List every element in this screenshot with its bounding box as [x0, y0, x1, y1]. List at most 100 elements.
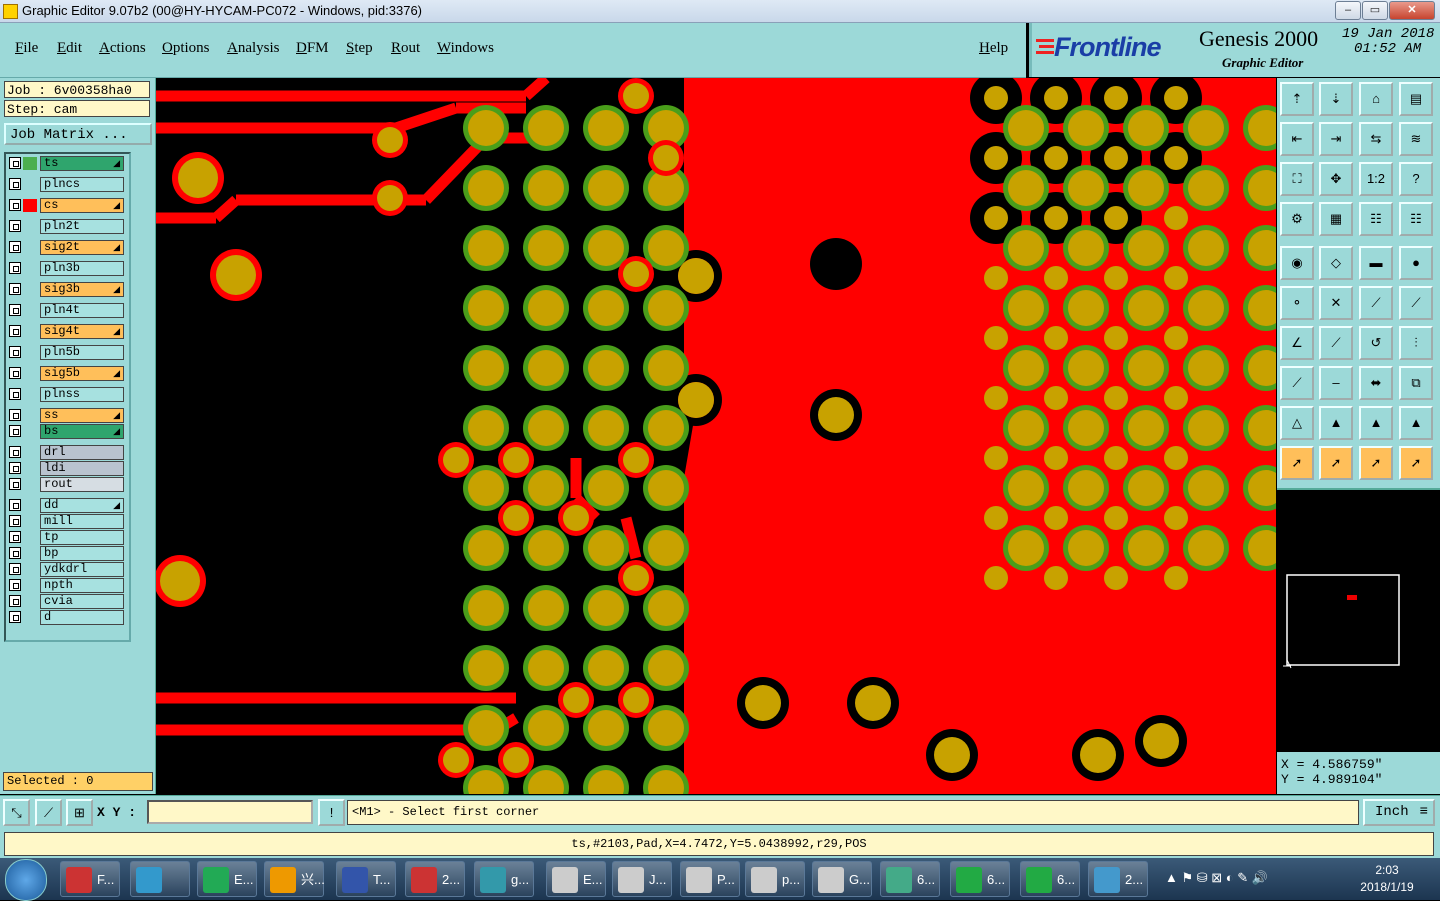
tool-button-2[interactable]: ⇣	[1319, 82, 1353, 116]
tool-button-4[interactable]: ▤	[1399, 82, 1433, 116]
tool-button-1[interactable]: ⇡	[1280, 82, 1314, 116]
layer-row-rout[interactable]: rout	[8, 477, 126, 492]
menu-options[interactable]: Options	[162, 40, 210, 57]
menu-dfm[interactable]: DFM	[296, 40, 329, 57]
layer-name[interactable]: sig3b ◢	[40, 282, 124, 297]
pcb-view[interactable]	[156, 78, 1276, 794]
layer-color-swatch[interactable]	[23, 262, 37, 275]
layer-name[interactable]: cvia	[40, 594, 124, 609]
layer-name[interactable]: pln4t	[40, 303, 124, 318]
layer-color-swatch[interactable]	[23, 367, 37, 380]
layer-name[interactable]: bs ◢	[40, 424, 124, 439]
grid-toggle-button[interactable]: ⊞	[66, 799, 93, 826]
tool-button-5[interactable]: ⇤	[1280, 122, 1314, 156]
layer-color-swatch[interactable]	[23, 462, 37, 475]
layer-color-swatch[interactable]	[23, 157, 37, 170]
layer-checkbox[interactable]	[9, 409, 21, 421]
tool-button-10[interactable]: ✥	[1319, 162, 1353, 196]
tool-button-21[interactable]: ⚬	[1280, 286, 1314, 320]
taskbar-item[interactable]: 6...	[880, 861, 940, 897]
layer-color-swatch[interactable]	[23, 595, 37, 608]
layer-checkbox[interactable]	[9, 199, 21, 211]
layer-checkbox[interactable]	[9, 595, 21, 607]
tool-button-30[interactable]: –	[1319, 366, 1353, 400]
layer-name[interactable]: bp	[40, 546, 124, 561]
taskbar-item[interactable]: T...	[336, 861, 396, 897]
menu-file[interactable]: File	[15, 40, 38, 57]
taskbar-item[interactable]: 6...	[950, 861, 1010, 897]
layer-checkbox[interactable]	[9, 367, 21, 379]
layer-checkbox[interactable]	[9, 515, 21, 527]
tool-button-35[interactable]: ▲	[1359, 406, 1393, 440]
tool-button-26[interactable]: ⟋	[1319, 326, 1353, 360]
taskbar-item[interactable]: E...	[546, 861, 606, 897]
layer-checkbox[interactable]	[9, 446, 21, 458]
layer-name[interactable]: pln5b	[40, 345, 124, 360]
menu-windows[interactable]: Windows	[437, 40, 494, 57]
menu-help[interactable]: Help	[979, 40, 1008, 57]
layer-color-swatch[interactable]	[23, 346, 37, 359]
layer-color-swatch[interactable]	[23, 563, 37, 576]
layer-color-swatch[interactable]	[23, 388, 37, 401]
layer-color-swatch[interactable]	[23, 579, 37, 592]
layer-row-pln4t[interactable]: pln4t	[8, 303, 126, 318]
snap-toggle-button[interactable]: ⤡	[3, 799, 30, 826]
layer-row-ydkdrl[interactable]: ydkdrl	[8, 562, 126, 577]
layer-checkbox[interactable]	[9, 462, 21, 474]
taskbar-item[interactable]: G...	[812, 861, 872, 897]
layer-checkbox[interactable]	[9, 262, 21, 274]
layer-name[interactable]: drl	[40, 445, 124, 460]
layer-row-cvia[interactable]: cvia	[8, 594, 126, 609]
tool-button-39[interactable]: ➚	[1359, 446, 1393, 480]
layer-color-swatch[interactable]	[23, 199, 37, 212]
layer-name[interactable]: sig2t ◢	[40, 240, 124, 255]
tool-button-25[interactable]: ∠	[1280, 326, 1314, 360]
layer-row-plnss[interactable]: plnss	[8, 387, 126, 402]
tool-button-27[interactable]: ↺	[1359, 326, 1393, 360]
tool-button-29[interactable]: ⟋	[1280, 366, 1314, 400]
menu-actions[interactable]: Actions	[99, 40, 146, 57]
layer-row-ldi[interactable]: ldi	[8, 461, 126, 476]
layer-color-swatch[interactable]	[23, 425, 37, 438]
units-select[interactable]: Inch ≡	[1363, 799, 1435, 826]
tool-button-6[interactable]: ⇥	[1319, 122, 1353, 156]
layer-name[interactable]: sig4t ◢	[40, 324, 124, 339]
tool-button-11[interactable]: 1:2	[1359, 162, 1393, 196]
layer-row-bp[interactable]: bp	[8, 546, 126, 561]
tool-button-7[interactable]: ⇆	[1359, 122, 1393, 156]
layer-name[interactable]: ydkdrl	[40, 562, 124, 577]
layer-checkbox[interactable]	[9, 499, 21, 511]
layer-row-ss[interactable]: ss ◢	[8, 408, 126, 423]
tool-button-40[interactable]: ➚	[1399, 446, 1433, 480]
layer-checkbox[interactable]	[9, 531, 21, 543]
tool-button-16[interactable]: ☷	[1399, 202, 1433, 236]
layer-name[interactable]: npth	[40, 578, 124, 593]
tool-button-38[interactable]: ➚	[1319, 446, 1353, 480]
layer-color-swatch[interactable]	[23, 304, 37, 317]
layer-row-sig3b[interactable]: sig3b ◢	[8, 282, 126, 297]
layer-name[interactable]: rout	[40, 477, 124, 492]
layer-checkbox[interactable]	[9, 220, 21, 232]
tool-button-18[interactable]: ◇	[1319, 246, 1353, 280]
overview-map[interactable]	[1277, 488, 1440, 752]
layer-color-swatch[interactable]	[23, 220, 37, 233]
overview-frame[interactable]	[1277, 490, 1440, 752]
taskbar-item[interactable]	[130, 861, 190, 897]
layer-checkbox[interactable]	[9, 283, 21, 295]
tool-button-37[interactable]: ➚	[1280, 446, 1314, 480]
start-button[interactable]	[5, 859, 47, 901]
xy-input[interactable]	[147, 800, 313, 824]
layer-name[interactable]: mill	[40, 514, 124, 529]
layer-color-swatch[interactable]	[23, 478, 37, 491]
layer-name[interactable]: pln3b	[40, 261, 124, 276]
graphic-canvas[interactable]	[156, 78, 1276, 794]
layer-row-ts[interactable]: ts ◢	[8, 156, 126, 171]
taskbar-item[interactable]: 兴...	[264, 861, 325, 897]
layer-row-pln2t[interactable]: pln2t	[8, 219, 126, 234]
measure-toggle-button[interactable]: ⟋	[35, 799, 62, 826]
tool-button-12[interactable]: ?	[1399, 162, 1433, 196]
layer-name[interactable]: plnss	[40, 387, 124, 402]
tool-button-15[interactable]: ☷	[1359, 202, 1393, 236]
tool-button-31[interactable]: ⬌	[1359, 366, 1393, 400]
alert-button[interactable]: !	[318, 799, 345, 826]
